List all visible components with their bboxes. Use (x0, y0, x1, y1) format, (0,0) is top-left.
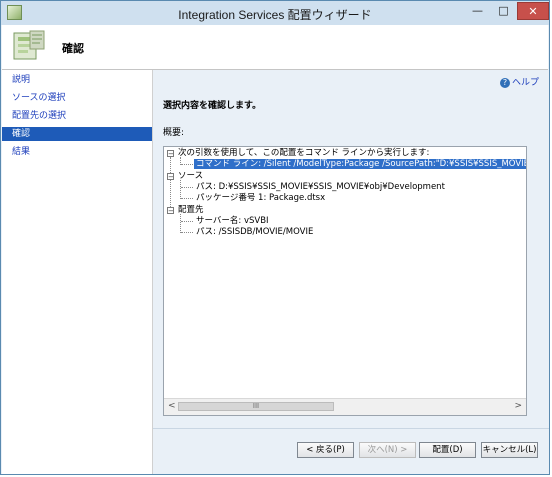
sidebar-item-select-destination[interactable]: 配置先の選択 (2, 109, 152, 123)
instruction-text: 選択内容を確認します。 (163, 101, 262, 111)
maximize-button[interactable]: □ (491, 2, 516, 20)
tree-connector (181, 232, 193, 233)
scrollbar-thumb[interactable]: III (178, 402, 334, 411)
tree-node-server-name[interactable]: サーバー名: vSVBI (196, 216, 269, 227)
horizontal-scrollbar[interactable]: < III > (164, 398, 526, 415)
sidebar-item-results[interactable]: 結果 (2, 145, 152, 159)
main-panel: ? ヘルプ 選択内容を確認します。 概要: − 次の引数を使用して、この配置をコマ… (153, 70, 549, 474)
sidebar-item-review[interactable]: 確認 (2, 127, 152, 141)
cancel-button[interactable]: キャンセル(L) (481, 442, 538, 458)
help-label: ヘルプ (511, 78, 539, 88)
collapse-toggle[interactable]: − (167, 150, 174, 158)
tree-connector (181, 187, 193, 188)
scroll-right-arrow[interactable]: > (514, 401, 522, 411)
tree-node-destination-path[interactable]: パス: /SSISDB/MOVIE/MOVIE (196, 227, 313, 238)
tree-node-destination-group[interactable]: 配置先 (178, 205, 204, 216)
back-button[interactable]: < 戻る(P) (297, 442, 354, 458)
page-title: 確認 (62, 42, 84, 55)
minimize-button[interactable]: — (465, 2, 490, 20)
tree-node-source-path[interactable]: パス: D:¥SSIS¥SSIS_MOVIE¥SSIS_MOVIE¥obj¥De… (196, 182, 445, 193)
deploy-button[interactable]: 配置(D) (419, 442, 476, 458)
title-bar[interactable]: Integration Services 配置ウィザード — □ ✕ (1, 1, 549, 25)
tree-connector (180, 180, 181, 199)
wizard-window: Integration Services 配置ウィザード — □ ✕ 確認 説明… (0, 0, 550, 475)
collapse-toggle[interactable]: − (167, 207, 174, 215)
tree-connector (180, 214, 181, 233)
wizard-page-icon (13, 30, 45, 60)
tree-node-package[interactable]: パッケージ番号 1: Package.dtsx (196, 193, 325, 204)
help-icon: ? (499, 77, 510, 88)
tree-connector (170, 157, 171, 211)
next-button[interactable]: 次へ(N) > (359, 442, 416, 458)
tree-node-source-group[interactable]: ソース (178, 171, 203, 182)
button-separator (153, 428, 549, 429)
summary-tree[interactable]: − 次の引数を使用して、この配置をコマンド ラインから実行します: コマンド ラ… (163, 146, 527, 416)
tree-node-command-group[interactable]: 次の引数を使用して、この配置をコマンド ラインから実行します: (178, 148, 429, 159)
tree-connector (181, 221, 193, 222)
help-link[interactable]: ? ヘルプ (499, 75, 539, 88)
sidebar-item-introduction[interactable]: 説明 (2, 73, 152, 87)
sidebar-item-select-source[interactable]: ソースの選択 (2, 91, 152, 105)
close-button[interactable]: ✕ (517, 2, 549, 20)
collapse-toggle[interactable]: − (167, 173, 174, 181)
tree-content: − 次の引数を使用して、この配置をコマンド ラインから実行します: コマンド ラ… (164, 147, 526, 399)
tree-node-command-line-text: コマンド ライン: /Silent /ModelType:Package /So… (194, 159, 526, 169)
scroll-left-arrow[interactable]: < (168, 401, 176, 411)
page-header: 確認 (2, 25, 548, 70)
sidebar-nav: 説明 ソースの選択 配置先の選択 確認 結果 (2, 70, 153, 474)
tree-node-command-line[interactable]: コマンド ライン: /Silent /ModelType:Package /So… (194, 159, 526, 170)
summary-label: 概要: (163, 128, 185, 138)
tree-connector (181, 198, 193, 199)
tree-connector (181, 164, 193, 165)
